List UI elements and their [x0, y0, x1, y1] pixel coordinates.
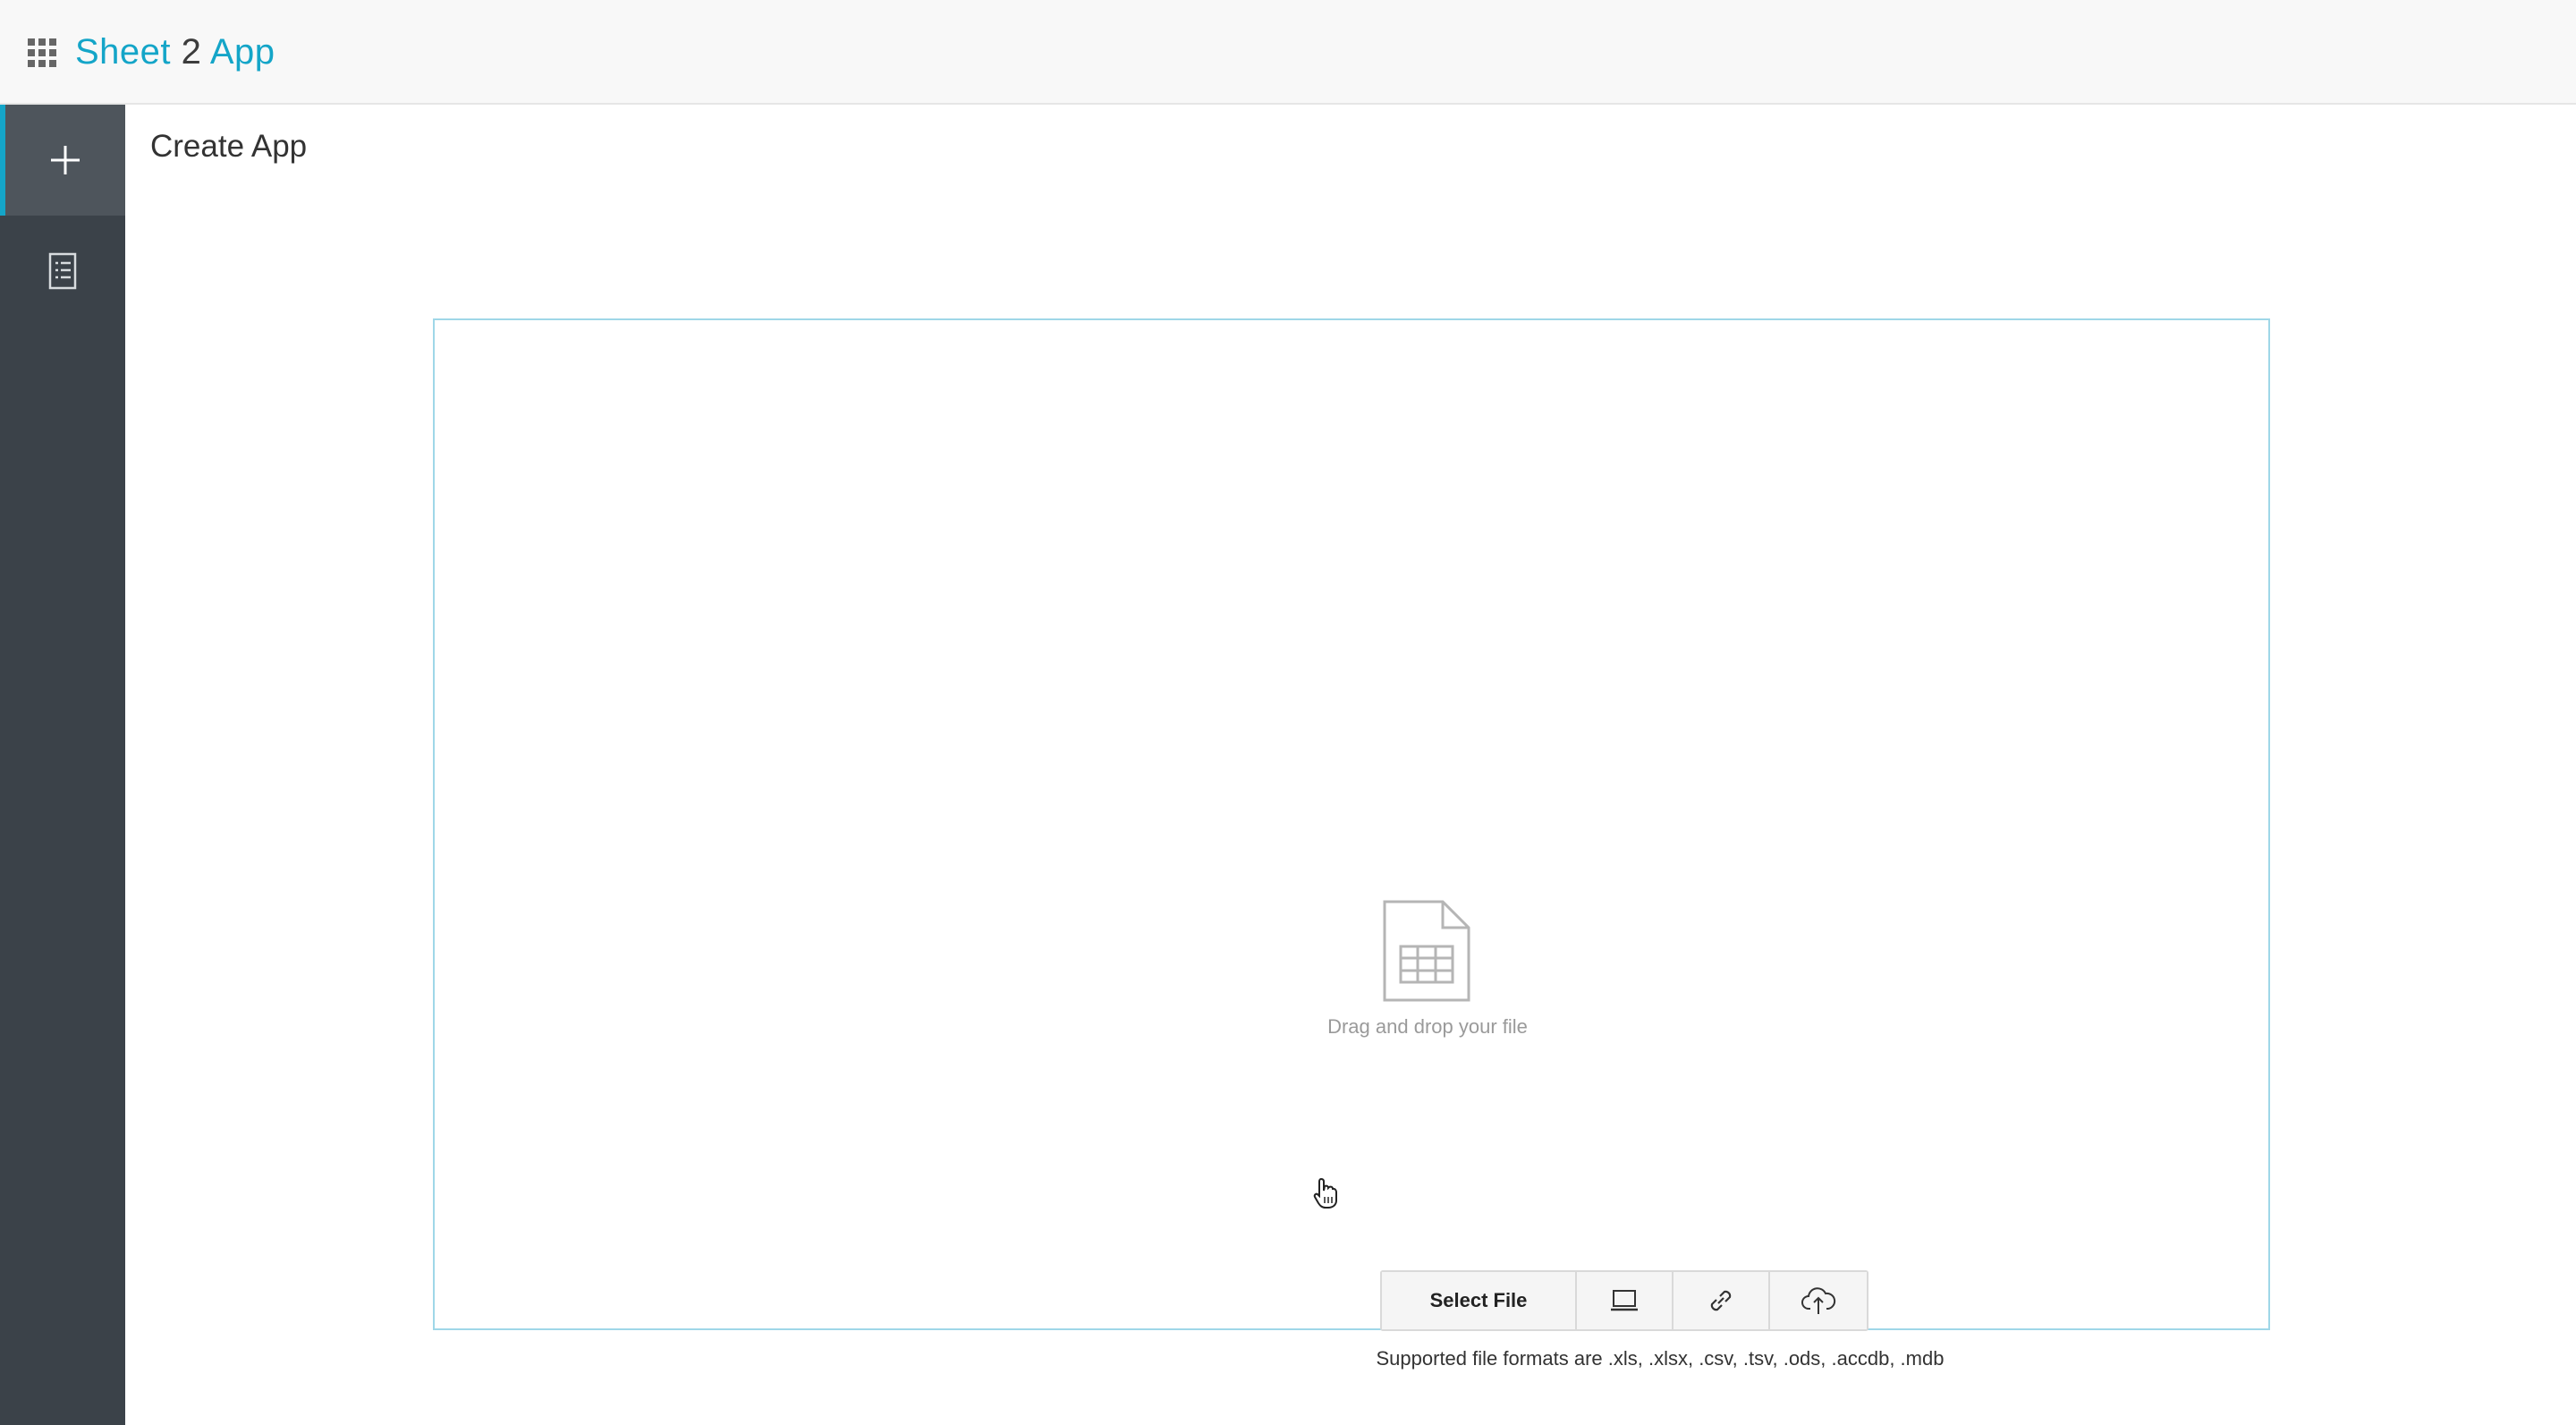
url-import-button[interactable] — [1674, 1272, 1770, 1329]
drag-drop-hint: Drag and drop your file — [1327, 1015, 1528, 1038]
computer-upload-button[interactable] — [1577, 1272, 1674, 1329]
page-title: Create App — [150, 129, 308, 164]
plus-icon — [51, 146, 80, 174]
supported-formats-text: Supported file formats are .xls, .xlsx, … — [1376, 1347, 1945, 1370]
file-dropzone[interactable]: Drag and drop your file Select File Supp… — [433, 318, 2270, 1370]
link-icon — [1710, 1290, 1732, 1311]
brand-text-2: 2 — [181, 32, 202, 72]
main-content: Create App Drag and drop your file Selec… — [125, 105, 2576, 1425]
brand-text-app: App — [209, 32, 275, 72]
brand-text-sheet: Sheet — [75, 32, 172, 72]
sidebar-item-apps[interactable] — [0, 216, 125, 327]
spreadsheet-file-icon — [1383, 900, 1470, 1002]
computer-icon — [1611, 1290, 1638, 1311]
brand-logo[interactable]: Sheet 2 App — [75, 27, 275, 77]
sidebar — [0, 105, 125, 1425]
document-list-icon — [48, 252, 77, 290]
select-file-button[interactable]: Select File — [1382, 1272, 1577, 1329]
top-bar: Sheet 2 App — [0, 0, 2576, 105]
app-launcher-grid-icon[interactable] — [28, 38, 56, 67]
cloud-upload-icon — [1801, 1287, 1836, 1314]
cloud-import-button[interactable] — [1770, 1272, 1867, 1329]
file-source-button-group: Select File — [1380, 1270, 1868, 1331]
sidebar-item-create[interactable] — [0, 105, 125, 216]
